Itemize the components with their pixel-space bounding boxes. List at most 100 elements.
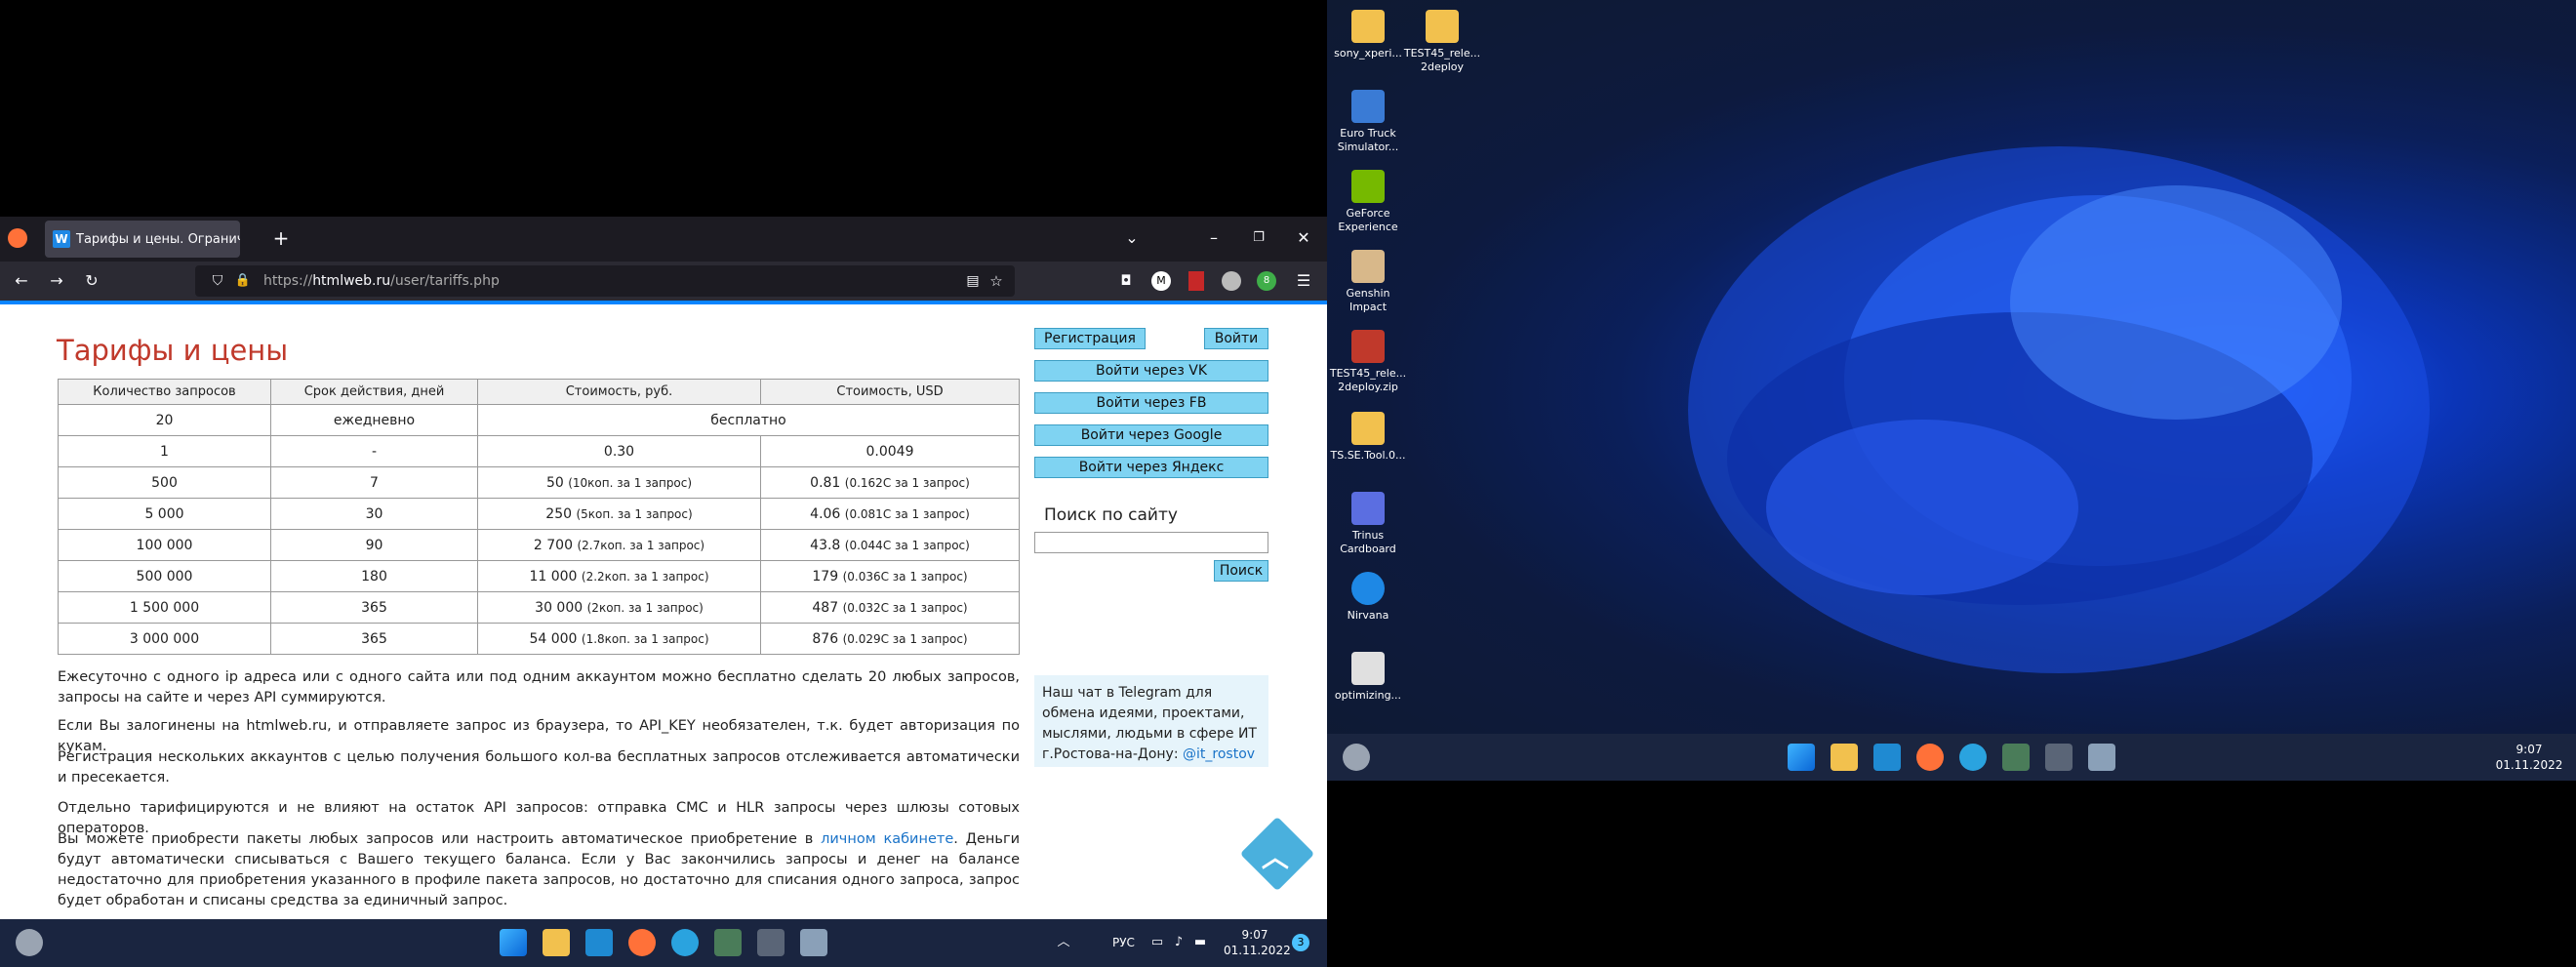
list-tabs-chevron-icon[interactable]: ⌄ <box>1122 228 1142 248</box>
cell-count: 500 000 <box>58 560 271 592</box>
file-explorer-icon[interactable] <box>1831 744 1858 771</box>
browser-tab-active[interactable]: W Тарифы и цены. Ограничени <box>45 221 240 258</box>
language-indicator[interactable]: РУС <box>1112 936 1135 949</box>
search-input[interactable] <box>1034 532 1268 553</box>
battery-icon[interactable]: ▬ <box>1192 933 1208 952</box>
firefox-icon[interactable] <box>628 929 656 956</box>
vscode-icon[interactable] <box>1873 744 1901 771</box>
pocket-icon[interactable]: ◘ <box>1116 271 1136 291</box>
web-page: Тарифы и цены Количество запросов Срок д… <box>0 304 1327 919</box>
new-tab-button[interactable]: + <box>271 228 291 248</box>
calculator-icon[interactable] <box>2045 744 2073 771</box>
account-icon[interactable]: M <box>1151 271 1171 291</box>
bookmark-star-icon[interactable]: ☆ <box>987 271 1005 291</box>
clock-left[interactable]: 9:07 01.11.2022 <box>1224 927 1291 958</box>
telegram-link[interactable]: @it_rostov <box>1183 746 1255 762</box>
app-truck-icon[interactable] <box>2088 744 2115 771</box>
usd-value: 0.81 <box>810 474 841 491</box>
extension-green-icon[interactable]: 8 <box>1257 271 1276 291</box>
hamburger-menu-icon[interactable]: ☰ <box>1294 271 1313 291</box>
cell-term: 365 <box>270 623 478 655</box>
rub-note: (2.2коп. за 1 запрос) <box>581 569 709 584</box>
back-icon[interactable]: ← <box>12 271 31 291</box>
url-bar[interactable]: ⛉ 🔒 https://htmlweb.ru/user/tariffs.php … <box>195 265 1015 297</box>
reload-icon[interactable]: ↻ <box>82 271 101 291</box>
usd-note: (0.081С за 1 запрос) <box>844 506 970 521</box>
cell-count: 5 000 <box>58 498 271 530</box>
usd-value: 179 <box>812 568 839 584</box>
reader-view-icon[interactable]: ▤ <box>964 271 982 291</box>
login-vk-button[interactable]: Войти через VK <box>1034 360 1268 382</box>
network-icon[interactable]: ▭ <box>1149 933 1165 952</box>
browser-nav-bar: ← → ↻ ⛉ 🔒 https://htmlweb.ru/user/tariff… <box>0 262 1327 301</box>
forward-icon[interactable]: → <box>47 271 66 291</box>
cell-rub: 2 700 (2.7коп. за 1 запрос) <box>477 529 761 561</box>
right-screen-desktop: sony_xperi... TEST45_rele... 2deploy Eur… <box>1327 0 2576 781</box>
desktop-icon-label: TEST45_rele... 2deploy <box>1403 47 1481 73</box>
extension-red-icon[interactable] <box>1188 271 1204 291</box>
minimize-button[interactable]: – <box>1204 228 1224 248</box>
cell-rub: 0.30 <box>477 435 761 467</box>
search-button[interactable]: Поиск <box>1214 560 1268 582</box>
extension-grey-icon[interactable] <box>1222 271 1241 291</box>
usd-note: (0.162С за 1 запрос) <box>844 475 970 490</box>
weather-icon[interactable] <box>16 929 43 956</box>
desktop-icon[interactable]: TEST45_rele... 2deploy.zip <box>1329 330 1407 394</box>
app-truck-icon[interactable] <box>800 929 827 956</box>
calculator-icon[interactable] <box>757 929 785 956</box>
desktop-icon-label: Euro Truck Simulator... <box>1337 127 1399 153</box>
telegram-icon[interactable] <box>1959 744 1987 771</box>
login-fb-button[interactable]: Войти через FB <box>1034 392 1268 414</box>
volume-icon[interactable]: ♪ <box>1171 933 1187 952</box>
col-header: Стоимость, руб. <box>477 379 761 405</box>
cell-usd: 0.81 (0.162С за 1 запрос) <box>760 466 1020 499</box>
desktop-icon[interactable]: Euro Truck Simulator... <box>1329 90 1407 154</box>
account-link[interactable]: личном кабинете <box>821 831 953 847</box>
file-explorer-icon[interactable] <box>543 929 570 956</box>
paragraph-daily-limit: Ежесуточно с одного ip адреса или с одно… <box>58 669 1020 705</box>
desktop-icon-label: TS.SE.Tool.0... <box>1330 449 1406 462</box>
paragraph-purchase: Вы можете приобрести пакеты любых запрос… <box>58 829 1020 911</box>
login-google-button[interactable]: Войти через Google <box>1034 424 1268 446</box>
app-green-icon[interactable] <box>714 929 742 956</box>
start-icon[interactable] <box>500 929 527 956</box>
scroll-to-top-button[interactable]: ︿ <box>1239 816 1315 892</box>
close-window-button[interactable]: ✕ <box>1294 228 1313 248</box>
start-icon[interactable] <box>1788 744 1815 771</box>
firefox-menu-icon[interactable] <box>8 228 27 248</box>
app-green-icon[interactable] <box>2002 744 2030 771</box>
telegram-icon[interactable] <box>671 929 699 956</box>
cell-term: 30 <box>270 498 478 530</box>
desktop-icon[interactable]: TEST45_rele... 2deploy <box>1403 10 1481 74</box>
firefox-icon[interactable] <box>1916 744 1944 771</box>
vscode-icon[interactable] <box>585 929 613 956</box>
wallpaper-bloom <box>1688 146 2430 673</box>
desktop-icon-label: Nirvana <box>1347 609 1389 622</box>
cell-term: - <box>270 435 478 467</box>
nirvana-icon <box>1351 572 1385 605</box>
folder-icon <box>1351 412 1385 445</box>
cell-usd: 876 (0.029С за 1 запрос) <box>760 623 1020 655</box>
desktop-icon[interactable]: TS.SE.Tool.0... <box>1329 412 1407 463</box>
table-row: 1 500 000 365 30 000 (2коп. за 1 запрос)… <box>58 591 1020 624</box>
register-button[interactable]: Регистрация <box>1034 328 1146 349</box>
clock-right[interactable]: 9:07 01.11.2022 <box>2494 742 2564 773</box>
desktop-icon[interactable]: Genshin Impact <box>1329 250 1407 314</box>
desktop-icon[interactable]: sony_xperi... <box>1329 10 1407 60</box>
desktop-icon[interactable]: GeForce Experience <box>1329 170 1407 234</box>
desktop-icon[interactable]: optimizing... <box>1329 652 1407 703</box>
weather-icon[interactable] <box>1343 744 1370 771</box>
notification-badge[interactable]: 3 <box>1292 934 1309 951</box>
telegram-box: Наш чат в Telegram для обмена идеями, пр… <box>1034 675 1268 767</box>
restore-button[interactable]: ❐ <box>1249 228 1268 248</box>
taskbar-left: ︿ РУС ▭ ♪ ▬ 9:07 01.11.2022 3 <box>0 919 1327 967</box>
cell-usd: 43.8 (0.044С за 1 запрос) <box>760 529 1020 561</box>
cell-rub: 54 000 (1.8коп. за 1 запрос) <box>477 623 761 655</box>
cell-count: 1 <box>58 435 271 467</box>
search-heading: Поиск по сайту <box>1044 505 1178 525</box>
login-yandex-button[interactable]: Войти через Яндекс <box>1034 457 1268 478</box>
desktop-icon[interactable]: Nirvana <box>1329 572 1407 623</box>
desktop-icon[interactable]: Trinus Cardboard <box>1329 492 1407 556</box>
login-button[interactable]: Войти <box>1204 328 1268 349</box>
tray-chevron-icon[interactable]: ︿ <box>1056 933 1071 952</box>
